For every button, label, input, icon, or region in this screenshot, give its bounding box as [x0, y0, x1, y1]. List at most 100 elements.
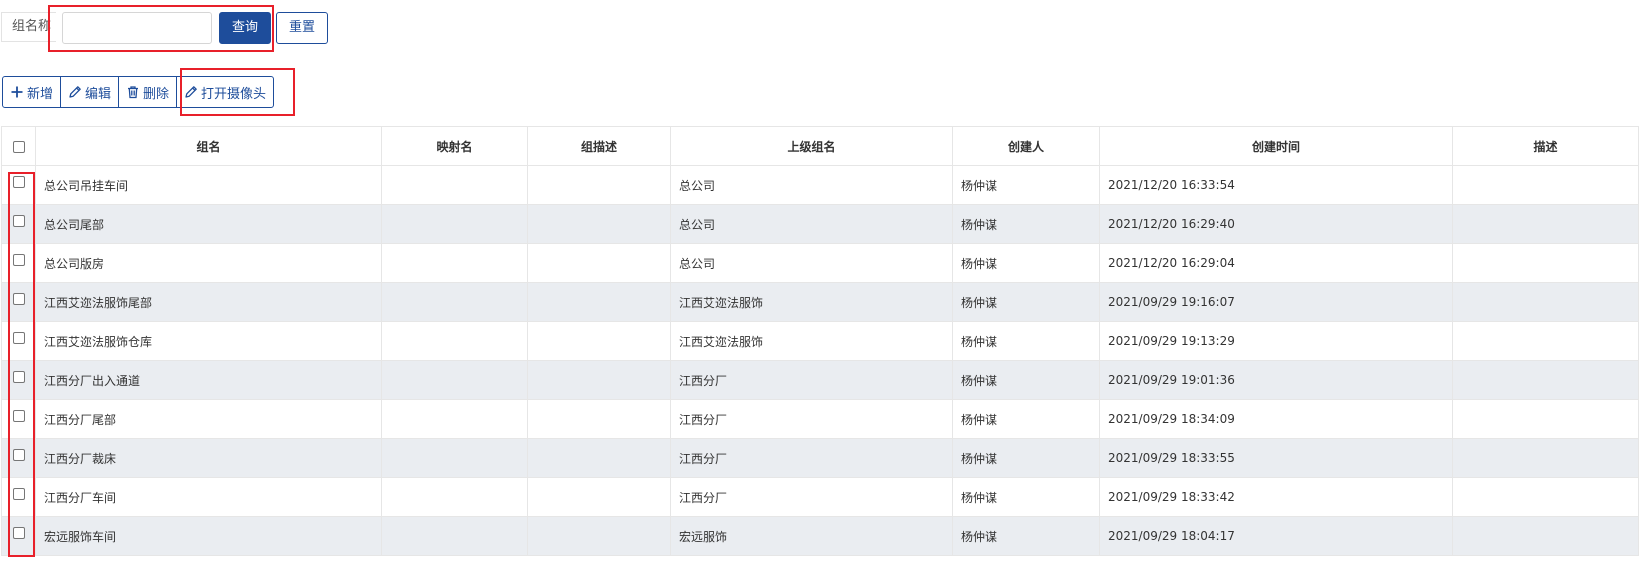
delete-button-label: 删除 [143, 86, 170, 102]
row-checkbox[interactable] [12, 410, 25, 422]
cell-group-description [527, 477, 671, 517]
cell-group-name: 总公司尾部 [35, 204, 382, 244]
row-checkbox[interactable] [12, 332, 25, 344]
row-select-cell [1, 516, 36, 556]
group-name-input[interactable] [62, 12, 212, 44]
cell-created-time: 2021/09/29 18:33:55 [1099, 438, 1453, 478]
cell-parent-group: 江西分厂 [670, 360, 953, 400]
trash-icon [126, 85, 140, 99]
cell-group-name: 江西分厂出入通道 [35, 360, 382, 400]
table-row[interactable]: 总公司版房 总公司 杨仲谋 2021/12/20 16:29:04 [1, 243, 1639, 283]
row-checkbox[interactable] [12, 488, 25, 500]
cell-description [1452, 360, 1639, 400]
table-row[interactable]: 总公司尾部 总公司 杨仲谋 2021/12/20 16:29:40 [1, 204, 1639, 244]
pencil-icon [68, 85, 82, 99]
cell-group-name: 江西分厂车间 [35, 477, 382, 517]
cell-description [1452, 282, 1639, 322]
row-checkbox[interactable] [12, 254, 25, 266]
table-row[interactable]: 江西分厂出入通道 江西分厂 杨仲谋 2021/09/29 19:01:36 [1, 360, 1639, 400]
select-all-checkbox[interactable] [12, 140, 25, 153]
cell-creator: 杨仲谋 [952, 477, 1100, 517]
group-name-label: 组名称 [1, 12, 56, 42]
cell-creator: 杨仲谋 [952, 243, 1100, 283]
add-button[interactable]: 新增 [2, 76, 62, 108]
row-select-cell [1, 165, 36, 205]
cell-group-description [527, 165, 671, 205]
cell-group-name: 总公司吊挂车间 [35, 165, 382, 205]
row-select-cell [1, 477, 36, 517]
cell-mapping-name [381, 477, 528, 517]
reset-button[interactable]: 重置 [276, 12, 328, 44]
cell-created-time: 2021/09/29 18:04:17 [1099, 516, 1453, 556]
table-row[interactable]: 江西艾迩法服饰仓库 江西艾迩法服饰 杨仲谋 2021/09/29 19:13:29 [1, 321, 1639, 361]
cell-parent-group: 总公司 [670, 204, 953, 244]
table-row[interactable]: 江西分厂尾部 江西分厂 杨仲谋 2021/09/29 18:34:09 [1, 399, 1639, 439]
row-checkbox[interactable] [12, 215, 25, 227]
row-select-cell [1, 282, 36, 322]
cell-group-name: 江西分厂尾部 [35, 399, 382, 439]
table-row[interactable]: 宏远服饰车间 宏远服饰 杨仲谋 2021/09/29 18:04:17 [1, 516, 1639, 556]
row-select-cell [1, 243, 36, 283]
select-all-cell [1, 126, 36, 166]
cell-parent-group: 宏远服饰 [670, 516, 953, 556]
column-header-group-description[interactable]: 组描述 [527, 126, 671, 166]
table-row[interactable]: 江西艾迩法服饰尾部 江西艾迩法服饰 杨仲谋 2021/09/29 19:16:07 [1, 282, 1639, 322]
table-row[interactable]: 江西分厂车间 江西分厂 杨仲谋 2021/09/29 18:33:42 [1, 477, 1639, 517]
row-checkbox[interactable] [12, 176, 25, 188]
row-select-cell [1, 360, 36, 400]
cell-description [1452, 438, 1639, 478]
cell-mapping-name [381, 438, 528, 478]
cell-parent-group: 江西分厂 [670, 399, 953, 439]
cell-description [1452, 321, 1639, 361]
cell-parent-group: 江西分厂 [670, 477, 953, 517]
row-checkbox[interactable] [12, 371, 25, 383]
cell-parent-group: 总公司 [670, 165, 953, 205]
row-select-cell [1, 438, 36, 478]
cell-group-name: 江西艾迩法服饰尾部 [35, 282, 382, 322]
cell-group-name: 江西艾迩法服饰仓库 [35, 321, 382, 361]
cell-created-time: 2021/12/20 16:29:04 [1099, 243, 1453, 283]
open-camera-button[interactable]: 打开摄像头 [176, 76, 275, 108]
row-select-cell [1, 321, 36, 361]
cell-mapping-name [381, 165, 528, 205]
cell-mapping-name [381, 282, 528, 322]
table-row[interactable]: 江西分厂裁床 江西分厂 杨仲谋 2021/09/29 18:33:55 [1, 438, 1639, 478]
cell-created-time: 2021/12/20 16:29:40 [1099, 204, 1453, 244]
column-header-parent-group[interactable]: 上级组名 [670, 126, 953, 166]
edit-button-label: 编辑 [85, 86, 112, 102]
cell-creator: 杨仲谋 [952, 438, 1100, 478]
cell-group-description [527, 438, 671, 478]
query-button[interactable]: 查询 [219, 12, 271, 44]
open-camera-button-label: 打开摄像头 [201, 86, 267, 102]
row-checkbox[interactable] [12, 293, 25, 305]
cell-parent-group: 江西艾迩法服饰 [670, 321, 953, 361]
cell-group-description [527, 516, 671, 556]
row-checkbox[interactable] [12, 449, 25, 461]
cell-creator: 杨仲谋 [952, 204, 1100, 244]
column-header-mapping-name[interactable]: 映射名 [381, 126, 528, 166]
add-button-label: 新增 [27, 86, 54, 102]
cell-created-time: 2021/09/29 19:13:29 [1099, 321, 1453, 361]
column-header-creator[interactable]: 创建人 [952, 126, 1100, 166]
delete-button[interactable]: 删除 [118, 76, 178, 108]
cell-creator: 杨仲谋 [952, 321, 1100, 361]
cell-parent-group: 总公司 [670, 243, 953, 283]
cell-description [1452, 516, 1639, 556]
column-header-created-time[interactable]: 创建时间 [1099, 126, 1453, 166]
cell-created-time: 2021/09/29 18:34:09 [1099, 399, 1453, 439]
column-header-group-name[interactable]: 组名 [35, 126, 382, 166]
edit-button[interactable]: 编辑 [60, 76, 120, 108]
column-header-description[interactable]: 描述 [1452, 126, 1639, 166]
cell-created-time: 2021/09/29 18:33:42 [1099, 477, 1453, 517]
row-checkbox[interactable] [12, 527, 25, 539]
table-row[interactable]: 总公司吊挂车间 总公司 杨仲谋 2021/12/20 16:33:54 [1, 165, 1639, 205]
cell-mapping-name [381, 516, 528, 556]
cell-description [1452, 165, 1639, 205]
cell-group-description [527, 282, 671, 322]
cell-group-description [527, 243, 671, 283]
cell-created-time: 2021/12/20 16:33:54 [1099, 165, 1453, 205]
cell-mapping-name [381, 321, 528, 361]
cell-creator: 杨仲谋 [952, 399, 1100, 439]
cell-creator: 杨仲谋 [952, 165, 1100, 205]
cell-creator: 杨仲谋 [952, 282, 1100, 322]
